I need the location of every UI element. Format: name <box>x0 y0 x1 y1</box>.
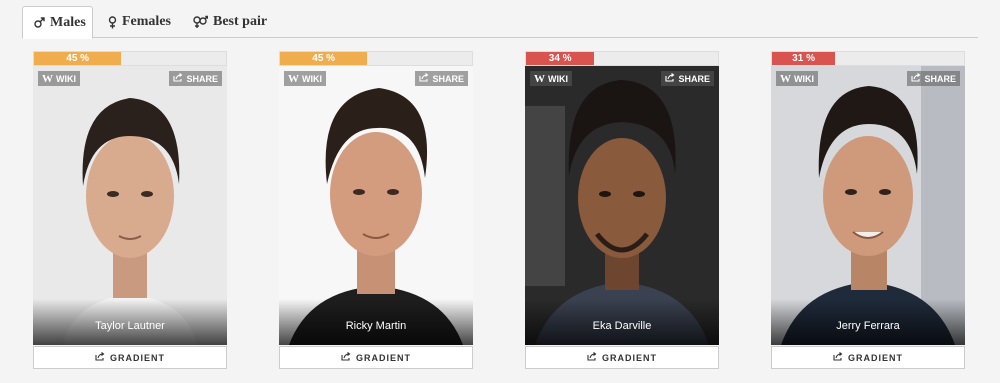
score-bar: 34 % <box>525 51 719 66</box>
tab-males-label: Males <box>50 14 86 30</box>
wiki-icon: W <box>534 72 545 85</box>
score-percent: 34 % <box>548 53 572 64</box>
wiki-label: WIKI <box>794 73 814 84</box>
candidate-card: 45 % W WIKI SHARE Ricky Martin GRADIENT <box>279 51 473 369</box>
female-icon <box>108 15 117 29</box>
gradient-label: GRADIENT <box>110 352 165 363</box>
candidate-photo[interactable]: W WIKI SHARE Jerry Ferrara <box>771 66 965 345</box>
wiki-icon: W <box>780 72 791 85</box>
male-icon <box>34 17 45 28</box>
wiki-button[interactable]: W WIKI <box>776 71 818 86</box>
share-button[interactable]: SHARE <box>169 71 222 86</box>
wiki-button[interactable]: W WIKI <box>38 71 80 86</box>
share-label: SHARE <box>924 73 956 84</box>
candidate-name: Jerry Ferrara <box>836 320 900 332</box>
candidate-photo[interactable]: W WIKI SHARE Taylor Lautner <box>33 66 227 345</box>
share-icon <box>587 352 597 363</box>
gradient-button[interactable]: GRADIENT <box>771 346 965 369</box>
score-percent: 45 % <box>66 53 90 64</box>
gradient-label: GRADIENT <box>602 352 657 363</box>
tab-best-pair-label: Best pair <box>213 14 268 29</box>
candidate-name: Taylor Lautner <box>95 320 165 332</box>
score-bar: 45 % <box>33 51 227 66</box>
candidate-card: 31 % W WIKI SHARE Jerry Ferrara GRADIENT <box>771 51 965 369</box>
score-bar: 45 % <box>279 51 473 66</box>
gradient-button[interactable]: GRADIENT <box>33 346 227 369</box>
tab-females[interactable]: Females <box>108 6 171 38</box>
share-label: SHARE <box>432 73 464 84</box>
candidate-card: 34 % W WIKI SHARE Eka Darville GRADIENT <box>525 51 719 369</box>
share-icon <box>833 352 843 363</box>
share-button[interactable]: SHARE <box>907 71 960 86</box>
share-label: SHARE <box>186 73 218 84</box>
tab-best-pair[interactable]: Best pair <box>192 6 267 38</box>
candidate-name: Eka Darville <box>592 320 652 332</box>
candidate-photo[interactable]: W WIKI SHARE Eka Darville <box>525 66 719 345</box>
score-bar: 31 % <box>771 51 965 66</box>
tab-males[interactable]: Males <box>22 6 93 39</box>
wiki-icon: W <box>288 72 299 85</box>
gradient-button[interactable]: GRADIENT <box>279 346 473 369</box>
wiki-button[interactable]: W WIKI <box>284 71 326 86</box>
candidate-photo[interactable]: W WIKI SHARE Ricky Martin <box>279 66 473 345</box>
wiki-label: WIKI <box>56 73 76 84</box>
gender-tabs: Males Females Best pair <box>22 6 978 39</box>
gradient-button[interactable]: GRADIENT <box>525 346 719 369</box>
share-icon <box>95 352 105 363</box>
gradient-label: GRADIENT <box>848 352 903 363</box>
share-button[interactable]: SHARE <box>661 71 714 86</box>
pair-icon <box>192 15 208 29</box>
share-icon <box>173 73 183 84</box>
share-label: SHARE <box>678 73 710 84</box>
score-percent: 31 % <box>792 53 815 64</box>
tab-females-label: Females <box>122 14 171 29</box>
share-icon <box>341 352 351 363</box>
wiki-button[interactable]: W WIKI <box>530 71 572 86</box>
candidate-card: 45 % W WIKI SHARE Taylor Lautner GRADIENT <box>33 51 227 369</box>
share-icon <box>419 73 429 84</box>
share-icon <box>911 73 921 84</box>
wiki-label: WIKI <box>548 73 568 84</box>
score-percent: 45 % <box>312 53 336 64</box>
share-icon <box>665 73 675 84</box>
share-button[interactable]: SHARE <box>415 71 468 86</box>
gradient-label: GRADIENT <box>356 352 411 363</box>
candidate-name: Ricky Martin <box>345 320 407 332</box>
wiki-icon: W <box>42 72 53 85</box>
wiki-label: WIKI <box>302 73 322 84</box>
